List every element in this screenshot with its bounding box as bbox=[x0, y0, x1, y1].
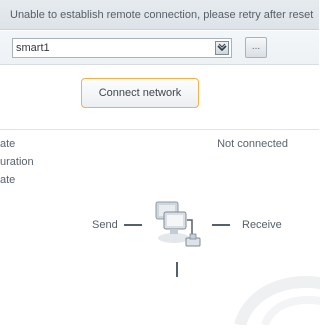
property-label-state: ate bbox=[0, 138, 16, 150]
receive-label: Receive bbox=[242, 219, 282, 231]
chevron-down-icon[interactable] bbox=[215, 41, 229, 55]
message-bar: Unable to establish remote connection, p… bbox=[0, 0, 319, 30]
divider bbox=[0, 129, 319, 130]
more-options-button[interactable]: ... bbox=[245, 37, 267, 58]
connect-network-button[interactable]: Connect network bbox=[81, 78, 199, 108]
connection-status-value: Not connected bbox=[217, 138, 288, 150]
connection-line bbox=[176, 262, 178, 277]
decorative-swirl bbox=[230, 255, 320, 328]
receive-line bbox=[212, 224, 230, 226]
send-line bbox=[124, 224, 142, 226]
property-label-duration: uration bbox=[0, 156, 34, 168]
network-computers-icon bbox=[150, 200, 210, 252]
network-select-value: smart1 bbox=[16, 42, 50, 54]
property-label-rate: ate bbox=[0, 174, 16, 186]
network-select[interactable]: smart1 bbox=[12, 38, 232, 58]
error-message: Unable to establish remote connection, p… bbox=[10, 9, 314, 21]
send-label: Send bbox=[92, 219, 118, 231]
